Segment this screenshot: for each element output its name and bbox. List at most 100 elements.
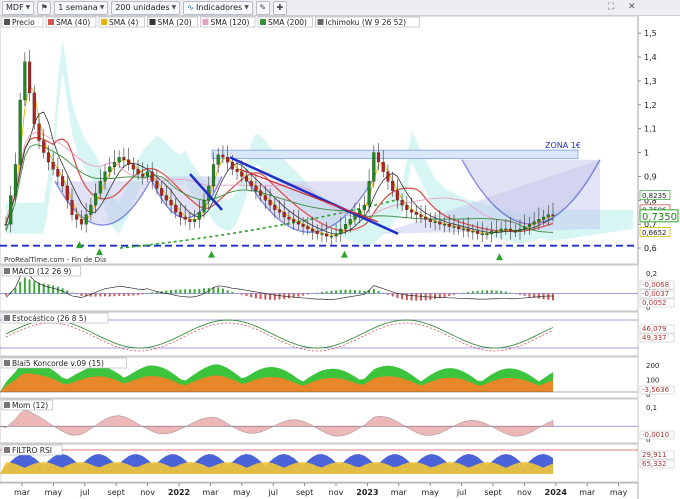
candle-body [494,231,498,233]
panel-mom: Mom (12) 0,10-0,0010 [0,398,675,444]
macd-bar [552,293,554,301]
fullscreen-icon[interactable]: ⛶ [608,2,614,12]
macd-bar [372,288,375,294]
macd-bar [335,290,338,294]
panel-tick-label: 200 [646,362,659,370]
candle-body [414,212,418,215]
macd-bar [259,293,262,300]
macd-bar [118,293,121,296]
legend-swatch [202,19,209,25]
legend-swatch [260,19,266,25]
panel-title: MACD (12 26 9) [12,267,71,276]
macd-bar [471,291,474,294]
candle-body [122,157,126,160]
candle-body [4,224,8,226]
macd-bar [339,289,342,294]
macd-bar [504,291,507,294]
macd-bar [174,289,177,294]
x-tick-label: mar [202,488,219,497]
macd-bar [278,293,281,300]
legend-label: SMA (4) [109,18,138,27]
units-selector[interactable]: 200 unidades ▼ [111,0,181,15]
macd-bar [377,290,380,294]
macd-bar [500,290,503,294]
candle-body [131,164,135,170]
candle-body [485,233,489,235]
macd-bar [358,290,361,294]
candle-body [230,161,234,170]
macd-bar [127,293,130,296]
macd-bar [155,291,158,294]
candle-body [277,209,282,213]
candle-body [193,219,197,222]
macd-bar [108,293,111,297]
candle-body [504,228,508,231]
macd-bar [23,277,26,294]
candle-body [405,204,409,211]
macd-bar [179,289,182,294]
macd-bar [254,293,257,299]
candle-body [164,195,168,201]
macd-bar [302,293,305,296]
candle-body [306,226,310,230]
macd-bar [193,289,196,294]
candle-body [28,61,32,94]
crosshair-icon[interactable]: ✚ [272,0,287,15]
legend-label: SMA (20) [158,18,192,27]
panel-value-label: -0,0010 [642,431,669,439]
x-tick-label: may [421,488,439,497]
close-icon[interactable]: ✕ [628,2,636,12]
candle-body [381,161,385,172]
legend-swatch [101,19,107,25]
candle-body [51,161,55,170]
x-tick-label: 2022 [168,488,190,497]
macd-bar [226,290,229,294]
macd-bar [547,293,550,300]
macd-bar [221,288,224,294]
macd-bar [448,293,451,297]
macd-bar [467,292,470,294]
indicators-icon: ∿ [187,3,194,12]
candle-body [376,152,381,163]
tag-icon[interactable]: ⚑ [37,0,52,15]
candle-body [94,192,98,206]
x-tick-label: jul [456,488,467,497]
candle-body [70,200,74,215]
macd-bar [330,290,333,294]
macd-bar [245,293,248,297]
candle-body [546,214,550,218]
candle-body [216,154,220,165]
candle-body [75,214,79,220]
candle-body [84,214,88,225]
macd-bar [151,292,154,294]
panel-value-label: 49,337 [642,334,667,342]
price-right-labels: 0,82350,75960,66520,7350 [639,190,679,237]
panel-macd: MACD (12 26 9)0,20,100,0052-0,0037-0,006… [0,264,675,312]
macd-bar [250,293,253,298]
period-selector[interactable]: 1 semana ▼ [54,0,109,15]
candle-body [169,200,173,206]
legend-label: SMA (40) [56,18,90,27]
candle-body [296,221,300,225]
macd-bar [80,293,83,296]
pen-icon[interactable]: ✎ [255,0,270,15]
candle-body [348,219,352,225]
symbol-selector[interactable]: MDF ▼ [2,0,35,15]
candle-body [89,204,93,215]
thumbs-up-icon: ▲ [76,240,83,250]
macd-bar [537,293,540,299]
candle-body [461,228,465,231]
chevron-down-icon: ▼ [244,4,249,11]
y-tick-label: 1,5 [644,29,657,38]
candle-body [466,228,470,232]
indicators-button[interactable]: ∿ Indicadores ▼ [183,0,253,15]
x-tick-label: nov [329,488,344,497]
x-tick-label: jul [79,488,90,497]
y-tick-label: 1,4 [644,53,657,62]
y-tick-label: 1,2 [644,101,657,110]
candle-body [18,99,22,165]
macd-bar [137,293,140,296]
candle-body [9,195,13,225]
candle-body [457,226,461,230]
candle-body [480,233,484,235]
